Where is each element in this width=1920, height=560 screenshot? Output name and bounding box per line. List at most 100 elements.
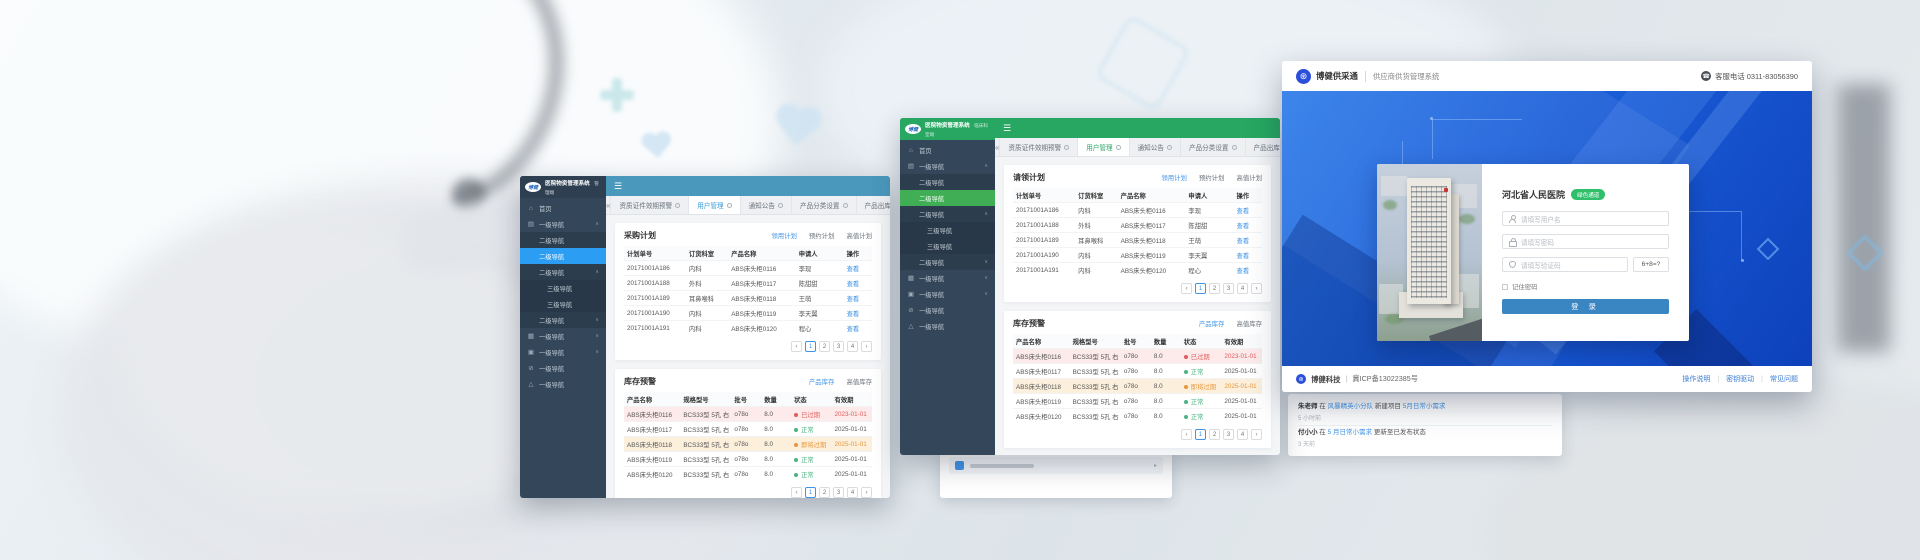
tab-close-icon[interactable] [778,203,783,208]
tab-close-icon[interactable] [727,203,732,208]
link-use-plan[interactable]: 领用计划 [771,231,797,240]
next-page-button[interactable]: › [861,487,872,498]
link-product-stock[interactable]: 产品库存 [809,377,835,386]
link-highvalue-plan[interactable]: 高值计划 [1236,173,1262,182]
sidebar-item-level3[interactable]: 三级导航 [520,296,606,312]
sidebar-item-level3[interactable]: 三级导航 [900,222,995,238]
tab-close-icon[interactable] [1232,145,1237,150]
tab-product-category[interactable]: 产品分类设置 [791,196,856,214]
page-button[interactable]: 1 [1195,283,1206,294]
sidebar-item-level1[interactable]: ▦一级导航∨ [900,270,995,286]
tab-notice[interactable]: 通知公告 [1129,138,1180,156]
captcha-question[interactable]: 6+8=? [1633,257,1669,272]
link-use-plan[interactable]: 领用计划 [1161,173,1187,182]
sidebar-item-level1[interactable]: △一级导航 [520,376,606,392]
sidebar-item-level2[interactable]: 二级导航∨ [900,254,995,270]
tab-user-management[interactable]: 用户管理 [1077,138,1128,156]
link-reserve-plan[interactable]: 预约计划 [809,231,835,240]
view-link[interactable]: 查看 [844,294,872,303]
view-link[interactable]: 查看 [844,309,872,318]
sidebar-item-level2[interactable]: 二级导航∧ [520,264,606,280]
sidebar-item-level1[interactable]: △一级导航 [900,318,995,334]
page-button[interactable]: 4 [847,341,858,352]
view-link[interactable]: 查看 [844,264,872,273]
page-button[interactable]: 1 [805,341,816,352]
login-button[interactable]: 登 录 [1502,299,1669,314]
next-page-button[interactable]: › [861,341,872,352]
sidebar-item-level1[interactable]: ⊘一级导航 [520,360,606,376]
tab-notice[interactable]: 通知公告 [740,196,791,214]
prev-page-button[interactable]: ‹ [1181,283,1192,294]
captcha-field[interactable]: 请填写验证码 [1502,257,1628,272]
tab-close-icon[interactable] [1116,145,1121,150]
prev-page-button[interactable]: ‹ [1181,429,1192,440]
page-button[interactable]: 4 [1237,429,1248,440]
password-field[interactable]: 请填写密码 [1502,234,1669,249]
sidebar-item-level1[interactable]: ⊘一级导航 [900,302,995,318]
tab-product-outbound[interactable]: 产品出库 [1245,138,1280,156]
prev-page-button[interactable]: ‹ [791,487,802,498]
link-key-driver[interactable]: 密钥驱动 [1726,374,1754,384]
prev-page-button[interactable]: ‹ [791,341,802,352]
sidebar-item-level1[interactable]: ▤一级导航∧ [900,158,995,174]
sidebar-item-level1[interactable]: ▦一级导航∨ [520,328,606,344]
tab-product-outbound[interactable]: 产品出库 [856,196,890,214]
page-button[interactable]: 4 [1237,283,1248,294]
page-button[interactable]: 3 [1223,283,1234,294]
page-button[interactable]: 3 [833,487,844,498]
sidebar-item-home[interactable]: ⌂首页 [900,142,995,158]
sidebar-item-level2[interactable]: 二级导航 [900,174,995,190]
page-button[interactable]: 2 [819,341,830,352]
page-button[interactable]: 2 [819,487,830,498]
view-link[interactable]: 查看 [1234,266,1262,275]
link-highvalue-stock[interactable]: 高值库存 [846,377,872,386]
link-product-stock[interactable]: 产品库存 [1199,319,1225,328]
page-button[interactable]: 4 [847,487,858,498]
hamburger-menu-icon[interactable]: ☰ [1003,123,1011,134]
sidebar-item-level1[interactable]: ▣一级导航∨ [520,344,606,360]
sidebar-item-level1[interactable]: ▣一级导航∨ [900,286,995,302]
link-highvalue-stock[interactable]: 高值库存 [1236,319,1262,328]
feed-link[interactable]: 5 月日常小需求 [1328,429,1372,436]
remember-checkbox[interactable] [1502,284,1508,290]
page-button[interactable]: 2 [1209,283,1220,294]
sidebar-item-level2-active[interactable]: 二级导航 [520,248,606,264]
view-link[interactable]: 查看 [844,324,872,333]
page-button[interactable]: 3 [833,341,844,352]
view-link[interactable]: 查看 [1234,221,1262,230]
page-button[interactable]: 1 [805,487,816,498]
hamburger-menu-icon[interactable]: ☰ [614,181,622,192]
page-button[interactable]: 1 [1195,429,1206,440]
feed-link[interactable]: 5月日常小需求 [1403,403,1446,410]
view-link[interactable]: 查看 [1234,251,1262,260]
sidebar-item-level2-active[interactable]: 二级导航 [900,190,995,206]
link-reserve-plan[interactable]: 预约计划 [1199,173,1225,182]
tab-close-icon[interactable] [1167,145,1172,150]
tab-close-icon[interactable] [675,203,680,208]
sidebar-item-home[interactable]: ⌂首页 [520,200,606,216]
next-page-button[interactable]: › [1251,429,1262,440]
page-button[interactable]: 2 [1209,429,1220,440]
view-link[interactable]: 查看 [1234,206,1262,215]
link-faq[interactable]: 常见问题 [1770,374,1798,384]
view-link[interactable]: 查看 [1234,236,1262,245]
tab-close-icon[interactable] [843,203,848,208]
link-highvalue-plan[interactable]: 高值计划 [846,231,872,240]
tab-user-management[interactable]: 用户管理 [688,196,739,214]
feed-link[interactable]: 风暴精英小分队 [1328,403,1374,410]
sidebar-item-level2[interactable]: 二级导航∨ [520,312,606,328]
tab-close-icon[interactable] [1064,145,1069,150]
username-field[interactable]: 请填写用户名 [1502,211,1669,226]
sidebar-item-level2[interactable]: 二级导航 [520,232,606,248]
sidebar-item-level2[interactable]: 二级导航∧ [900,206,995,222]
tab-certificate-expiry[interactable]: 资质证件效期预警 [610,196,688,214]
tab-certificate-expiry[interactable]: 资质证件效期预警 [999,138,1077,156]
view-link[interactable]: 查看 [844,279,872,288]
sidebar-item-level3[interactable]: 三级导航 [900,238,995,254]
page-button[interactable]: 3 [1223,429,1234,440]
next-page-button[interactable]: › [1251,283,1262,294]
tab-product-category[interactable]: 产品分类设置 [1180,138,1245,156]
sidebar-item-level1[interactable]: ▤一级导航∧ [520,216,606,232]
link-operation-guide[interactable]: 操作说明 [1682,374,1710,384]
sidebar-item-level3[interactable]: 三级导航 [520,280,606,296]
